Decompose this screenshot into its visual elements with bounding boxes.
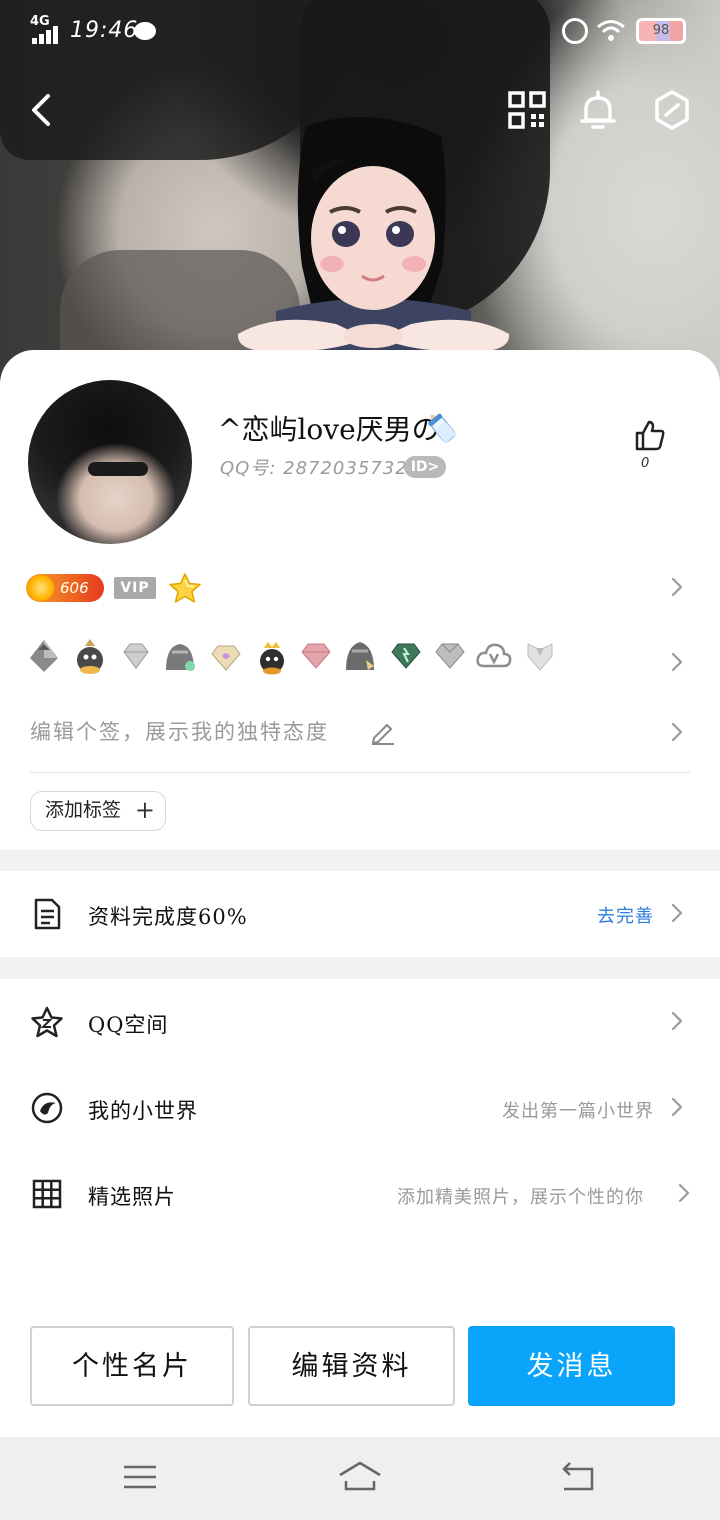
zplan-avatar-figure[interactable]	[236, 116, 511, 356]
vip-badge[interactable]: VIP	[114, 577, 156, 599]
back-icon[interactable]	[558, 1459, 598, 1495]
menu-icon[interactable]	[120, 1459, 160, 1495]
diamond-icon	[123, 643, 149, 669]
level-value: 606	[60, 579, 89, 597]
penguin-medal-icon	[77, 639, 103, 674]
medal-icon	[30, 640, 58, 672]
list-item-hint: 发出第一篇小世界	[502, 1101, 654, 1122]
list-item-label: 精选照片	[88, 1185, 176, 1209]
diamond-icon	[301, 643, 331, 669]
navigation-bar	[0, 1437, 720, 1520]
suit-icon	[527, 643, 553, 671]
cloud-v-icon	[476, 643, 512, 668]
qq-number: QQ号: 2872035732	[220, 458, 408, 479]
divider	[30, 772, 690, 773]
list-item-qzone[interactable]: QQ空间	[0, 979, 720, 1065]
signature-placeholder[interactable]: 编辑个签，展示我的独特态度	[30, 716, 329, 746]
list-item-small-world[interactable]: 我的小世界 发出第一篇小世界	[0, 1065, 720, 1151]
back-arrow-icon[interactable]	[22, 88, 66, 132]
small-world-icon	[31, 1092, 63, 1124]
medal-row[interactable]	[26, 636, 566, 680]
id-badge[interactable]: ID>	[404, 456, 446, 478]
star-badge-icon[interactable]	[168, 572, 202, 604]
message-notification-icon	[134, 22, 156, 40]
level-badge[interactable]: 606	[26, 574, 104, 602]
completion-label: 资料完成度60%	[88, 905, 248, 929]
complete-profile-link[interactable]: 去完善	[597, 902, 654, 928]
diamond-icon	[391, 643, 421, 669]
like-button[interactable]	[630, 418, 670, 474]
wifi-icon	[597, 20, 625, 41]
add-tag-label: 添加标签	[45, 799, 122, 821]
chevron-right-icon	[670, 1009, 684, 1033]
chevron-right-icon	[670, 1095, 684, 1119]
list-item-label: 我的小世界	[88, 1099, 198, 1123]
penguin-medal-icon	[260, 642, 284, 675]
plus-icon: +	[134, 796, 155, 824]
avatar[interactable]	[28, 380, 192, 544]
bell-icon[interactable]	[576, 88, 620, 132]
list-item-featured-photos[interactable]: 精选照片 添加精美照片，展示个性的你	[0, 1151, 720, 1237]
list-item-label: QQ空间	[88, 1013, 169, 1037]
completion-row[interactable]: 资料完成度60% 去完善	[0, 871, 720, 957]
baby-bottle-emoji	[428, 413, 456, 443]
send-message-button[interactable]: 发消息	[468, 1326, 675, 1406]
alarm-icon	[562, 18, 588, 44]
qr-code-icon[interactable]	[505, 88, 549, 132]
settings-hexagon-icon[interactable]	[650, 88, 694, 132]
profile-page: 4G 19:46 98 ^恋屿love厌男の QQ号: 2872035732 I…	[0, 0, 720, 1520]
list-item-hint: 添加精美照片，展示个性的你	[397, 1187, 644, 1208]
chevron-right-icon	[670, 901, 684, 925]
edit-profile-button[interactable]: 编辑资料	[248, 1326, 455, 1406]
diamond-icon	[435, 643, 465, 669]
grid-icon	[32, 1179, 62, 1209]
thumbs-up-icon	[635, 420, 665, 451]
nickname: ^恋屿love厌男の	[218, 413, 440, 446]
feature-list: QQ空间 我的小世界 发出第一篇小世界 精选照片 添加精美照片，展示个性的你	[0, 979, 720, 1301]
qzone-star-icon	[31, 1006, 63, 1038]
diamond-icon	[211, 645, 241, 671]
status-bar: 4G 19:46 98	[0, 0, 720, 62]
penguin-medal-icon	[166, 644, 195, 671]
chevron-right-icon[interactable]	[670, 575, 684, 599]
like-count: 0	[641, 456, 650, 471]
profile-card-button[interactable]: 个性名片	[30, 1326, 234, 1406]
signal-icon	[32, 26, 60, 44]
sun-icon	[28, 575, 54, 601]
home-icon[interactable]	[336, 1459, 384, 1495]
clock: 19:46	[70, 18, 139, 43]
add-tag-button[interactable]: 添加标签 +	[30, 791, 166, 831]
penguin-medal-icon	[346, 642, 374, 670]
pencil-icon[interactable]	[368, 718, 396, 746]
chevron-right-icon[interactable]	[670, 720, 684, 744]
document-icon	[34, 898, 61, 930]
chevron-right-icon	[677, 1181, 691, 1205]
chevron-right-icon[interactable]	[670, 650, 684, 674]
battery-icon: 98	[636, 18, 686, 44]
